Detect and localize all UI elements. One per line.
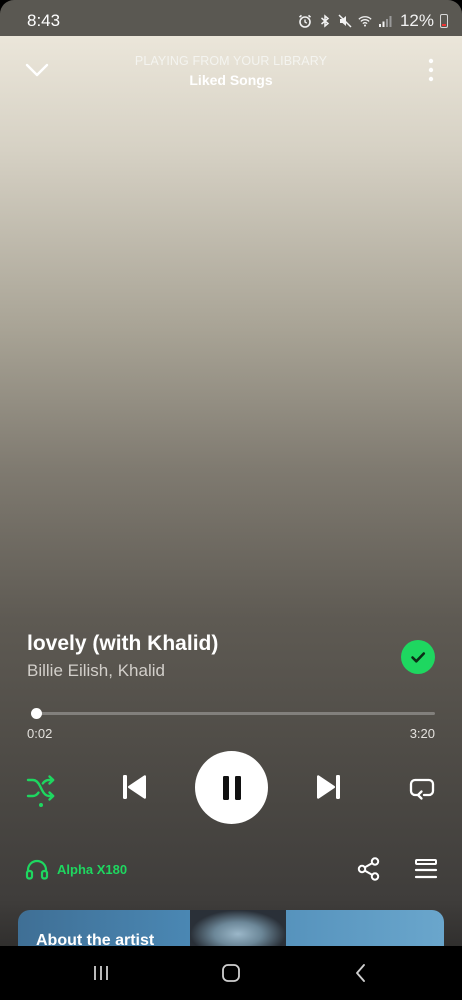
alarm-icon <box>298 14 312 28</box>
skip-previous-icon <box>123 775 147 799</box>
pause-icon <box>222 775 241 800</box>
previous-button[interactable] <box>118 771 150 803</box>
shuffle-icon <box>26 775 55 801</box>
now-playing-screen: 8:43 12% PLAYING FROM YOUR LIBRARY Liked… <box>0 0 462 1000</box>
recent-apps-button[interactable] <box>88 960 114 986</box>
check-icon <box>411 652 426 663</box>
next-button[interactable] <box>313 771 345 803</box>
bluetooth-icon <box>320 14 330 28</box>
back-icon <box>356 964 365 982</box>
progress-bar[interactable] <box>32 712 435 715</box>
mute-icon <box>338 14 352 28</box>
device-name: Alpha X180 <box>57 861 128 877</box>
track-artist[interactable]: Billie Eilish, Khalid <box>27 661 165 681</box>
home-button[interactable] <box>218 960 244 986</box>
back-button[interactable] <box>348 960 374 986</box>
status-time: 8:43 <box>27 11 61 30</box>
track-title[interactable]: lovely (with Khalid) <box>27 632 218 656</box>
shuffle-active-dot <box>39 803 43 807</box>
headphones-icon <box>25 859 49 880</box>
wifi-icon <box>358 16 372 27</box>
battery-icon <box>440 14 448 28</box>
status-bar: 8:43 12% <box>0 0 462 40</box>
artist-photo <box>190 910 286 950</box>
shuffle-button[interactable] <box>24 772 58 804</box>
status-icons: 12% <box>298 11 448 31</box>
playlist-title[interactable]: Liked Songs <box>0 72 462 88</box>
connected-device[interactable]: Alpha X180 <box>25 858 127 880</box>
progress-handle[interactable] <box>31 708 43 719</box>
more-vertical-icon[interactable] <box>428 58 434 82</box>
share-icon[interactable] <box>356 856 382 882</box>
queue-icon[interactable] <box>413 857 439 881</box>
pause-button[interactable] <box>195 751 268 824</box>
elapsed-time: 0:02 <box>27 726 53 741</box>
recents-icon <box>94 966 108 980</box>
repeat-icon <box>409 778 435 800</box>
battery-percent: 12% <box>399 11 434 30</box>
signal-icon <box>378 16 392 27</box>
repeat-button[interactable] <box>406 772 438 804</box>
liked-button[interactable] <box>401 640 435 674</box>
skip-next-icon <box>316 775 340 799</box>
playing-from-label: PLAYING FROM YOUR LIBRARY <box>134 54 328 68</box>
system-nav-bar <box>0 946 462 1000</box>
total-time: 3:20 <box>409 726 435 741</box>
home-icon <box>222 964 240 982</box>
